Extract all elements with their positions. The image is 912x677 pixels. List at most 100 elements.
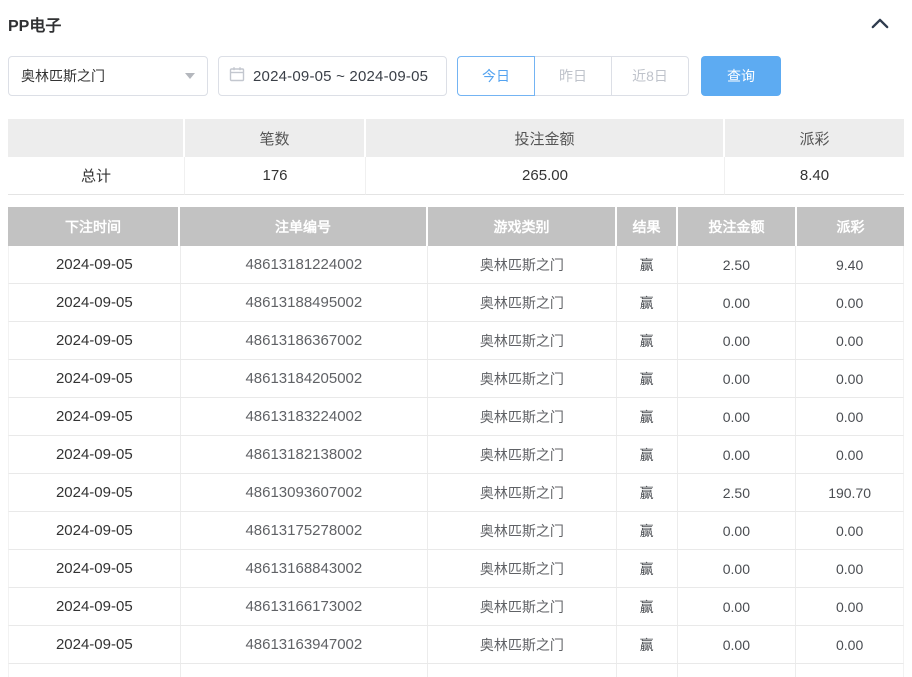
cell-game-type: 奥林匹斯之门 — [428, 588, 617, 625]
table-row: 2024-09-0548613175278002奥林匹斯之门赢0.000.00 — [8, 512, 904, 550]
date-range-value: 2024-09-05 ~ 2024-09-05 — [253, 68, 428, 85]
cell-game-type: 奥林匹斯之门 — [428, 474, 617, 511]
summary-total-label: 总计 — [8, 157, 185, 195]
table-header-row: 下注时间 注单编号 游戏类别 结果 投注金额 派彩 — [8, 207, 904, 246]
col-header-bet-time: 下注时间 — [8, 207, 180, 246]
cell-bet-amount: 0.00 — [678, 626, 797, 663]
cell-payout: 0.00 — [796, 360, 903, 397]
summary-header-row: 笔数 投注金额 派彩 — [8, 119, 904, 157]
cell-payout: 0.00 — [796, 322, 903, 359]
collapse-panel-button[interactable] — [868, 15, 892, 33]
cell-result: 赢 — [617, 512, 678, 549]
cell-bet-amount: 0.00 — [678, 436, 797, 473]
game-select-value: 奥林匹斯之门 — [21, 66, 105, 86]
summary-col-blank — [8, 119, 185, 157]
cell-order-id: 48613188495002 — [181, 284, 428, 321]
table-row: 2024-09-0548613184205002奥林匹斯之门赢0.000.00 — [8, 360, 904, 398]
cell-bet-time: 2024-09-05 — [9, 398, 181, 435]
cell-bet-amount: 0.00 — [678, 360, 797, 397]
cell-order-id: 48613182138002 — [181, 436, 428, 473]
cell-payout: 0.00 — [796, 588, 903, 625]
cell-bet-time: 2024-09-05 — [9, 626, 181, 663]
cell-payout: 0.00 — [796, 398, 903, 435]
cell-game-type: 奥林匹斯之门 — [428, 626, 617, 663]
cell-bet-time: 2024-09-05 — [9, 550, 181, 587]
summary-total-count: 176 — [185, 157, 366, 195]
cell-payout: 0.00 — [796, 626, 903, 663]
cell-order-id: 48613093607002 — [181, 474, 428, 511]
cell-bet-amount: 0.00 — [678, 284, 797, 321]
cell-order-id: 48613175278002 — [181, 512, 428, 549]
cell-game-type: 奥林匹斯之门 — [428, 436, 617, 473]
cell-payout: 0.00 — [796, 550, 903, 587]
cell-result: 赢 — [617, 474, 678, 511]
game-select[interactable]: 奥林匹斯之门 — [8, 56, 208, 96]
table-row: 2024-09-0548613182138002奥林匹斯之门赢0.000.00 — [8, 436, 904, 474]
cell-result: 赢 — [617, 436, 678, 473]
col-header-payout: 派彩 — [797, 207, 904, 246]
cell-order-id: 48613186367002 — [181, 322, 428, 359]
cell-bet-time — [9, 664, 181, 677]
date-range-picker[interactable]: 2024-09-05 ~ 2024-09-05 — [218, 56, 447, 96]
cell-order-id: 48613163947002 — [181, 626, 428, 663]
table-row: 2024-09-0548613093607002奥林匹斯之门赢2.50190.7… — [8, 474, 904, 512]
table-row: 2024-09-0548613181224002奥林匹斯之门赢2.509.40 — [8, 246, 904, 284]
cell-bet-time: 2024-09-05 — [9, 588, 181, 625]
cell-bet-time: 2024-09-05 — [9, 436, 181, 473]
summary-col-payout: 派彩 — [725, 119, 904, 157]
cell-result: 赢 — [617, 588, 678, 625]
cell-result: 赢 — [617, 246, 678, 283]
yesterday-button[interactable]: 昨日 — [534, 56, 612, 96]
cell-result — [617, 664, 678, 677]
bet-records-table: 下注时间 注单编号 游戏类别 结果 投注金额 派彩 2024-09-054861… — [8, 207, 904, 677]
col-header-game-type: 游戏类别 — [428, 207, 617, 246]
summary-total-payout: 8.40 — [725, 157, 904, 195]
cell-bet-time: 2024-09-05 — [9, 322, 181, 359]
cell-payout — [796, 664, 903, 677]
cell-order-id: 48613166173002 — [181, 588, 428, 625]
cell-bet-amount: 0.00 — [678, 550, 797, 587]
cell-payout: 0.00 — [796, 512, 903, 549]
search-button[interactable]: 查询 — [701, 56, 781, 96]
col-header-bet-amount: 投注金额 — [678, 207, 797, 246]
cell-payout: 190.70 — [796, 474, 903, 511]
last-8-days-button[interactable]: 近8日 — [611, 56, 689, 96]
table-row-partial — [8, 664, 904, 677]
table-row: 2024-09-0548613186367002奥林匹斯之门赢0.000.00 — [8, 322, 904, 360]
summary-col-count: 笔数 — [185, 119, 366, 157]
table-row: 2024-09-0548613183224002奥林匹斯之门赢0.000.00 — [8, 398, 904, 436]
cell-order-id: 48613181224002 — [181, 246, 428, 283]
cell-game-type: 奥林匹斯之门 — [428, 550, 617, 587]
cell-bet-amount: 0.00 — [678, 322, 797, 359]
cell-game-type: 奥林匹斯之门 — [428, 398, 617, 435]
cell-game-type: 奥林匹斯之门 — [428, 246, 617, 283]
cell-bet-time: 2024-09-05 — [9, 246, 181, 283]
today-button[interactable]: 今日 — [457, 56, 535, 96]
pp-games-panel: PP电子 奥林匹斯之门 2024-09-05 ~ 2024-09-05 — [0, 0, 912, 677]
cell-payout: 9.40 — [796, 246, 903, 283]
cell-result: 赢 — [617, 284, 678, 321]
cell-order-id: 48613168843002 — [181, 550, 428, 587]
cell-bet-amount: 2.50 — [678, 246, 797, 283]
cell-order-id — [181, 664, 428, 677]
cell-result: 赢 — [617, 322, 678, 359]
cell-bet-amount: 0.00 — [678, 588, 797, 625]
calendar-icon — [229, 66, 253, 87]
summary-total-bet-amount: 265.00 — [366, 157, 725, 195]
filter-bar: 奥林匹斯之门 2024-09-05 ~ 2024-09-05 今日 昨日 近8日… — [8, 56, 904, 96]
cell-game-type: 奥林匹斯之门 — [428, 512, 617, 549]
cell-bet-time: 2024-09-05 — [9, 284, 181, 321]
chevron-down-icon — [185, 73, 195, 79]
table-row: 2024-09-0548613188495002奥林匹斯之门赢0.000.00 — [8, 284, 904, 322]
table-row: 2024-09-0548613166173002奥林匹斯之门赢0.000.00 — [8, 588, 904, 626]
cell-game-type: 奥林匹斯之门 — [428, 284, 617, 321]
table-body: 2024-09-0548613181224002奥林匹斯之门赢2.509.402… — [8, 246, 904, 677]
cell-bet-amount: 0.00 — [678, 512, 797, 549]
chevron-up-icon — [871, 17, 889, 32]
cell-bet-amount: 0.00 — [678, 398, 797, 435]
cell-bet-amount: 2.50 — [678, 474, 797, 511]
col-header-result: 结果 — [617, 207, 678, 246]
summary-col-bet-amount: 投注金额 — [366, 119, 725, 157]
cell-game-type: 奥林匹斯之门 — [428, 322, 617, 359]
cell-game-type — [428, 664, 617, 677]
